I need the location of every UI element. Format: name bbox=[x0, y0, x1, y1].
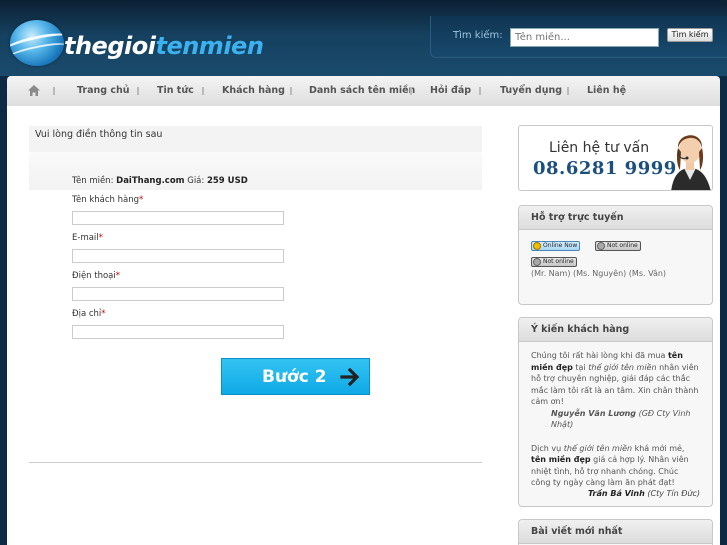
nav-item-home[interactable]: Trang chủ bbox=[77, 85, 130, 96]
reviewer-name: Nguyễn Văn Lương bbox=[551, 408, 637, 418]
customer-name-label: Tên khách hàng* bbox=[72, 195, 144, 205]
domain-price: 259 USD bbox=[206, 176, 248, 186]
status-badge-offline[interactable]: Not online bbox=[595, 241, 641, 251]
email-label: E-mail* bbox=[72, 233, 103, 243]
online-status-icon bbox=[533, 242, 541, 250]
contact-phone: 08.6281 9999 bbox=[533, 158, 677, 179]
address-input[interactable] bbox=[72, 325, 284, 339]
nav-separator bbox=[202, 87, 204, 95]
phone-input[interactable] bbox=[72, 287, 284, 301]
home-icon[interactable] bbox=[27, 84, 41, 97]
phone-label: Điện thoại* bbox=[72, 271, 121, 281]
online-support-panel: Hỗ trợ trực tuyến Online Now Not online … bbox=[518, 205, 713, 305]
search-label: Tìm kiếm: bbox=[453, 30, 503, 41]
contact-title: Liên hệ tư vấn bbox=[549, 140, 650, 156]
nav-item-news[interactable]: Tin tức bbox=[157, 85, 194, 96]
divider bbox=[29, 462, 482, 463]
search-input[interactable] bbox=[510, 28, 659, 47]
customer-reviews-panel: Ý kiến khách hàng Chúng tôi rất hài lòng… bbox=[518, 317, 713, 507]
customer-name-input[interactable] bbox=[72, 211, 284, 225]
site-header: thegioitenmien Tìm kiếm: Tìm kiếm bbox=[0, 0, 727, 76]
step-2-label: Bước 2 bbox=[262, 367, 327, 387]
form-title: Vui lòng điền thông tin sau bbox=[35, 129, 163, 140]
latest-posts-panel: Bài viết mới nhất bbox=[518, 519, 713, 545]
main-nav: Trang chủ Tin tức Khách hàng Danh sách t… bbox=[7, 76, 720, 106]
arrow-right-icon bbox=[340, 367, 360, 387]
nav-item-contact[interactable]: Liên hệ bbox=[587, 85, 626, 96]
nav-item-faq[interactable]: Hỏi đáp bbox=[430, 85, 471, 96]
domain-name: DaiThang.com bbox=[116, 176, 185, 186]
address-label: Địa chỉ* bbox=[72, 309, 106, 319]
contact-banner[interactable]: Liên hệ tư vấn 08.6281 9999 bbox=[518, 125, 713, 191]
step-2-button[interactable]: Bước 2 bbox=[221, 358, 370, 395]
nav-separator bbox=[137, 87, 139, 95]
offline-status-icon bbox=[597, 242, 605, 250]
nav-separator bbox=[290, 87, 292, 95]
globe-logo-icon bbox=[10, 20, 64, 66]
reviewer-name: Trần Bá Vinh bbox=[587, 488, 645, 498]
logo-text: thegioitenmien bbox=[64, 32, 264, 60]
review-1: Chúng tôi rất hài lòng khi đã mua tên mi… bbox=[531, 351, 699, 429]
latest-posts-title: Bài viết mới nhất bbox=[519, 520, 712, 544]
status-badge-online[interactable]: Online Now bbox=[531, 241, 581, 251]
nav-separator bbox=[410, 87, 412, 95]
nav-item-domain-list[interactable]: Danh sách tên miền bbox=[309, 85, 415, 96]
site-logo[interactable]: thegioitenmien bbox=[8, 18, 264, 70]
search-box: Tìm kiếm: Tìm kiếm bbox=[430, 16, 727, 58]
customer-reviews-title: Ý kiến khách hàng bbox=[519, 318, 712, 342]
nav-separator bbox=[567, 87, 569, 95]
online-support-title: Hỗ trợ trực tuyến bbox=[519, 206, 712, 230]
nav-separator bbox=[53, 87, 55, 95]
nav-item-careers[interactable]: Tuyển dụng bbox=[500, 85, 562, 96]
email-input[interactable] bbox=[72, 249, 284, 263]
status-badge-offline[interactable]: Not online bbox=[531, 257, 577, 267]
review-2-signature: Trần Bá Vinh (Cty Tín Đức) bbox=[587, 488, 700, 498]
support-agent-icon bbox=[671, 135, 711, 190]
support-staff-names: (Mr. Nam) (Ms. Nguyên) (Ms. Vân) bbox=[531, 269, 667, 278]
domain-info: Tên miền: DaiThang.com Giá: 259 USD bbox=[72, 176, 248, 186]
offline-status-icon bbox=[533, 258, 541, 266]
main-content: Vui lòng điền thông tin sau Tên miền: Da… bbox=[7, 106, 720, 545]
nav-separator bbox=[479, 87, 481, 95]
search-button[interactable]: Tìm kiếm bbox=[667, 28, 713, 42]
review-2: Dịch vụ thế giới tên miền khá mới mẻ, tê… bbox=[531, 443, 689, 488]
nav-item-customers[interactable]: Khách hàng bbox=[222, 85, 285, 96]
